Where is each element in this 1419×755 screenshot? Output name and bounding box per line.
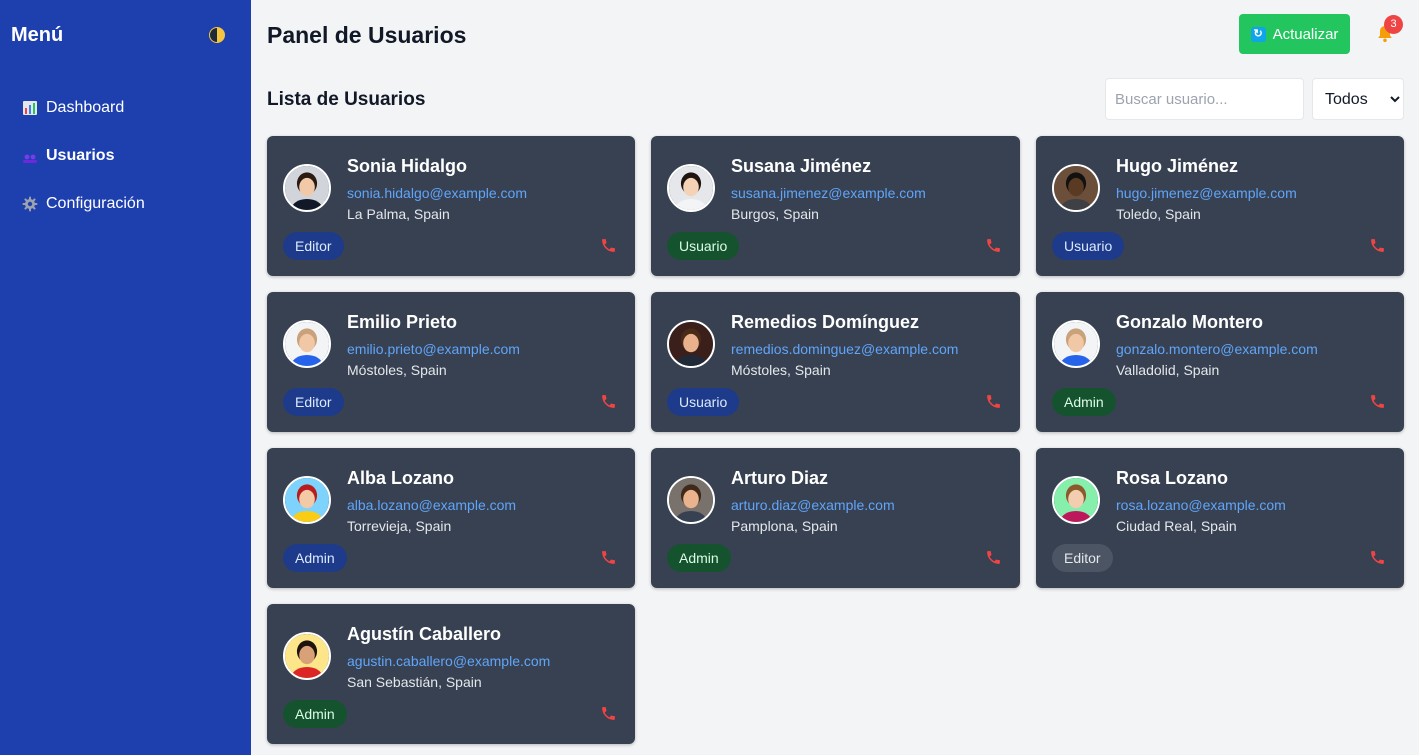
user-location: Móstoles, Spain [731,362,831,378]
user-email-link[interactable]: hugo.jimenez@example.com [1116,185,1297,201]
main-content: Panel de Usuarios ↻ Actualizar 3 Lista d… [251,0,1419,755]
role-badge: Admin [283,700,347,728]
section-title: Lista de Usuarios [267,89,426,110]
search-input[interactable] [1105,78,1304,120]
avatar [283,164,331,212]
user-card: Emilio Prieto emilio.prieto@example.com Mó… [267,292,635,432]
role-badge: Editor [283,232,344,260]
phone-icon[interactable] [600,549,617,566]
avatar [1052,476,1100,524]
user-card: Remedios Domínguez remedios.dominguez@exa… [651,292,1020,432]
role-badge: Admin [283,544,347,572]
sidebar: Menú Dashboard Usuarios Configuración [0,0,251,755]
user-email-link[interactable]: gonzalo.montero@example.com [1116,341,1318,357]
user-card: Gonzalo Montero gonzalo.montero@example.c… [1036,292,1404,432]
users-icon [22,148,38,164]
user-card: Hugo Jiménez hugo.jimenez@example.com Tole… [1036,136,1404,276]
phone-icon[interactable] [1369,237,1386,254]
refresh-button[interactable]: ↻ Actualizar [1239,14,1350,54]
sidebar-header: Menú [0,0,251,70]
user-grid: Sonia Hidalgo sonia.hidalgo@example.com La… [267,136,1404,744]
user-card: Arturo Diaz arturo.diaz@example.com Pamplo… [651,448,1020,588]
sidebar-item-configuracion[interactable]: Configuración [0,180,251,228]
user-location: Móstoles, Spain [347,362,447,378]
avatar [667,476,715,524]
user-name: Susana Jiménez [731,156,872,176]
refresh-icon: ↻ [1250,26,1266,42]
sidebar-item-dashboard[interactable]: Dashboard [0,84,251,132]
user-email-link[interactable]: remedios.dominguez@example.com [731,341,958,357]
avatar [283,476,331,524]
role-filter-select[interactable]: Todos [1312,78,1404,120]
bar-chart-icon [22,100,38,116]
user-location: Pamplona, Spain [731,518,838,534]
avatar [667,164,715,212]
role-badge: Editor [283,388,344,416]
user-name: Remedios Domínguez [731,312,920,332]
user-card: Agustín Caballero agustin.caballero@examp… [267,604,635,744]
user-name: Emilio Prieto [347,312,458,332]
phone-icon[interactable] [600,237,617,254]
sidebar-item-usuarios[interactable]: Usuarios [0,132,251,180]
user-card: Rosa Lozano rosa.lozano@example.com Ciudad… [1036,448,1404,588]
role-badge: Admin [667,544,731,572]
user-card: Susana Jiménez susana.jimenez@example.com… [651,136,1020,276]
user-email-link[interactable]: agustin.caballero@example.com [347,653,550,669]
theme-toggle-icon[interactable] [209,27,225,43]
avatar [283,320,331,368]
phone-icon[interactable] [1369,549,1386,566]
user-name: Rosa Lozano [1116,468,1229,488]
user-email-link[interactable]: rosa.lozano@example.com [1116,497,1286,513]
user-name: Agustín Caballero [347,624,502,644]
avatar [1052,320,1100,368]
phone-icon[interactable] [1369,393,1386,410]
user-name: Gonzalo Montero [1116,312,1263,332]
phone-icon[interactable] [600,393,617,410]
user-email-link[interactable]: emilio.prieto@example.com [347,341,520,357]
role-badge: Usuario [667,232,740,260]
user-email-link[interactable]: sonia.hidalgo@example.com [347,185,527,201]
sidebar-item-label: Dashboard [46,99,125,116]
user-email-link[interactable]: susana.jimenez@example.com [731,185,926,201]
gear-icon [22,196,38,212]
phone-icon[interactable] [985,549,1002,566]
user-email-link[interactable]: arturo.diaz@example.com [731,497,895,513]
user-name: Sonia Hidalgo [347,156,468,176]
phone-icon[interactable] [600,705,617,722]
role-badge: Usuario [667,388,740,416]
user-card: Sonia Hidalgo sonia.hidalgo@example.com La… [267,136,635,276]
avatar [283,632,331,680]
user-location: Ciudad Real, Spain [1116,518,1237,534]
user-name: Alba Lozano [347,468,454,488]
user-location: Valladolid, Spain [1116,362,1220,378]
sidebar-nav: Dashboard Usuarios Configuración [0,70,251,228]
user-location: Burgos, Spain [731,206,819,222]
user-location: Torrevieja, Spain [347,518,452,534]
avatar [1052,164,1100,212]
user-email-link[interactable]: alba.lozano@example.com [347,497,516,513]
notification-badge: 3 [1384,15,1403,34]
user-location: La Palma, Spain [347,206,450,222]
user-card: Alba Lozano alba.lozano@example.com Torrev… [267,448,635,588]
refresh-button-label: Actualizar [1272,25,1339,43]
sidebar-title: Menú [11,23,64,46]
role-badge: Usuario [1052,232,1125,260]
role-badge: Admin [1052,388,1116,416]
phone-icon[interactable] [985,237,1002,254]
user-name: Hugo Jiménez [1116,156,1239,176]
user-location: San Sebastián, Spain [347,674,482,690]
sidebar-item-label: Configuración [46,195,145,212]
page-title: Panel de Usuarios [267,22,467,48]
avatar [667,320,715,368]
user-location: Toledo, Spain [1116,206,1201,222]
sidebar-item-label: Usuarios [46,147,115,164]
user-name: Arturo Diaz [731,468,829,488]
phone-icon[interactable] [985,393,1002,410]
role-badge: Editor [1052,544,1113,572]
